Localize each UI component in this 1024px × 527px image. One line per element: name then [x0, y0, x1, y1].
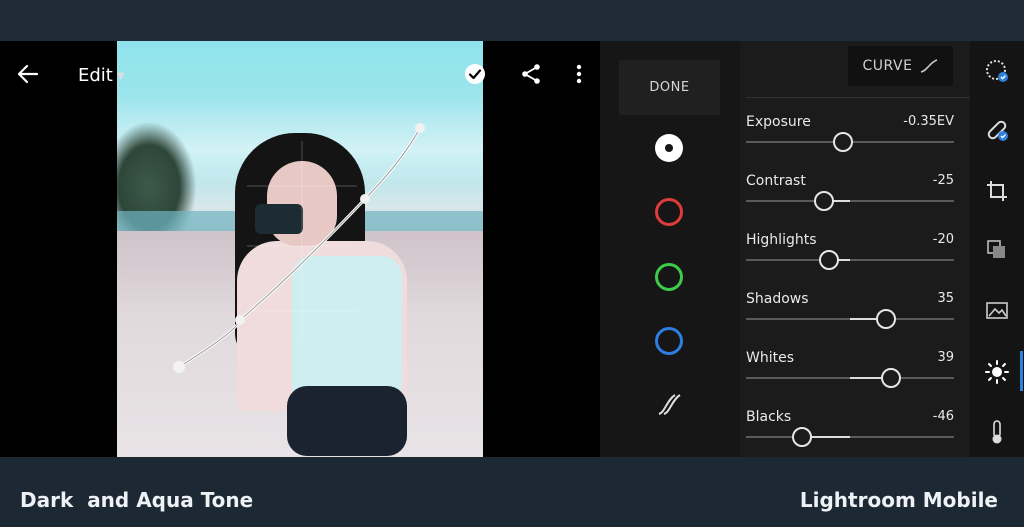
edit-mode-label: Edit: [78, 64, 113, 86]
profiles-icon: [987, 240, 1005, 258]
more-vertical-icon: [576, 64, 582, 84]
contrast-label: Contrast: [746, 173, 806, 189]
split-tone-icon: [658, 394, 681, 415]
whites-slider[interactable]: [746, 368, 954, 388]
tone-curve-line: [178, 127, 422, 369]
shadows-slider-row: Shadows 35: [746, 291, 954, 347]
light-button[interactable]: [984, 359, 1010, 385]
photo-canvas[interactable]: [117, 41, 483, 457]
presets-button[interactable]: [984, 58, 1010, 84]
channel-blue-button[interactable]: [655, 327, 683, 355]
exposure-label: Exposure: [746, 114, 811, 130]
lightroom-editor: Edit ▼ DONE CURVE Exposure -0.35EV Contr…: [0, 41, 1024, 457]
highlights-label: Highlights: [746, 232, 817, 248]
crop-button[interactable]: [984, 178, 1010, 204]
light-icon: [985, 360, 1009, 384]
presets-icon: [986, 60, 1008, 82]
top-banner: [0, 0, 1024, 41]
blacks-slider[interactable]: [746, 427, 954, 447]
blacks-slider-row: Blacks -46: [746, 409, 954, 457]
blacks-slider-thumb[interactable]: [792, 427, 813, 447]
thermometer-icon: [992, 420, 1002, 444]
contrast-slider-row: Contrast -25: [746, 173, 954, 229]
share-button[interactable]: [518, 61, 544, 87]
curve-icon: [921, 59, 938, 73]
profiles-button[interactable]: [984, 237, 1010, 263]
done-button[interactable]: DONE: [619, 60, 720, 115]
channel-green-button[interactable]: [655, 263, 683, 291]
chevron-down-icon: ▼: [116, 70, 125, 82]
shadows-slider-thumb[interactable]: [876, 309, 897, 329]
whites-value: 39: [937, 350, 954, 365]
highlights-slider[interactable]: [746, 250, 954, 270]
selective-button[interactable]: [984, 297, 1010, 323]
check-circle-icon: [465, 64, 485, 84]
selective-icon: [986, 302, 1008, 319]
edit-mode-dropdown[interactable]: Edit ▼: [78, 63, 125, 87]
shadows-value: 35: [937, 291, 954, 306]
exposure-slider-thumb[interactable]: [832, 132, 853, 152]
curve-button-label: CURVE: [862, 58, 913, 74]
contrast-slider-thumb[interactable]: [814, 191, 834, 211]
curve-point-white[interactable]: [415, 123, 425, 133]
contrast-value: -25: [932, 173, 954, 188]
curve-button[interactable]: CURVE: [848, 46, 953, 86]
light-panel: CURVE Exposure -0.35EV Contrast -25 High…: [740, 41, 970, 457]
shadows-slider[interactable]: [746, 309, 954, 329]
curve-point-highlight[interactable]: [360, 194, 370, 204]
back-button[interactable]: [14, 61, 42, 87]
crop-icon: [987, 181, 1007, 201]
shadows-label: Shadows: [746, 291, 809, 307]
healing-icon: [987, 120, 1008, 141]
caption-right: Lightroom Mobile: [799, 488, 998, 512]
whites-label: Whites: [746, 350, 795, 366]
highlights-slider-row: Highlights -20: [746, 232, 954, 288]
whites-slider-row: Whites 39: [746, 350, 954, 406]
panel-divider: [746, 97, 970, 98]
channel-red-button[interactable]: [655, 198, 683, 226]
healing-button[interactable]: [984, 117, 1010, 143]
color-button[interactable]: [984, 419, 1010, 445]
highlights-slider-thumb[interactable]: [819, 250, 840, 270]
arrow-left-icon: [17, 64, 39, 84]
contrast-slider[interactable]: [746, 191, 954, 211]
share-icon: [522, 64, 540, 84]
tone-curve-overlay[interactable]: [117, 41, 483, 457]
highlights-value: -20: [932, 232, 954, 247]
channel-rgb-button[interactable]: [655, 134, 683, 162]
curve-point-black[interactable]: [173, 361, 185, 373]
exposure-slider[interactable]: [746, 132, 954, 152]
more-options-button[interactable]: [568, 61, 590, 87]
blacks-value: -46: [932, 409, 954, 424]
caption-left: Dark and Aqua Tone: [20, 488, 254, 512]
split-toning-button[interactable]: [655, 390, 683, 418]
whites-slider-thumb[interactable]: [880, 368, 901, 388]
blacks-label: Blacks: [746, 409, 792, 425]
curve-channel-selector: DONE: [600, 41, 740, 457]
active-tool-indicator: [1020, 351, 1023, 391]
tool-rail: [970, 41, 1024, 457]
exposure-value: -0.35EV: [903, 114, 954, 129]
curve-point-shadow[interactable]: [235, 315, 245, 325]
exposure-slider-row: Exposure -0.35EV: [746, 114, 954, 170]
apply-button[interactable]: [463, 62, 487, 86]
